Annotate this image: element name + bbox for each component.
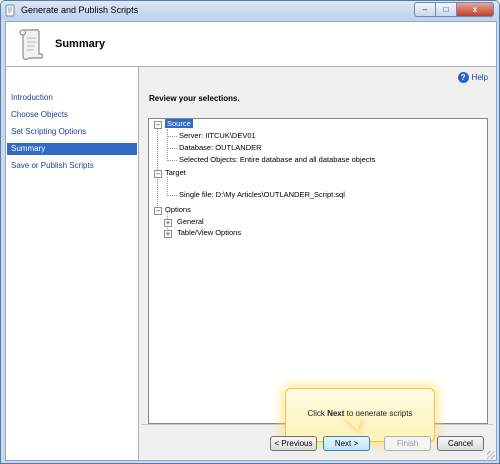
tree-node-single-file[interactable]: Single file: D:\My Articles\OUTLANDER_Sc… — [179, 190, 345, 200]
tree-node-source[interactable]: Source — [165, 119, 193, 129]
review-heading: Review your selections. — [149, 94, 240, 103]
nav-item-save-or-publish[interactable]: Save or Publish Scripts — [7, 160, 137, 172]
tree-branch — [167, 148, 177, 149]
window-title: Generate and Publish Scripts — [21, 5, 139, 15]
tree-node-source-label: Source — [165, 119, 193, 128]
resize-grip[interactable] — [487, 451, 495, 459]
tree-node-target[interactable]: Target — [165, 168, 186, 178]
nav-item-summary[interactable]: Summary — [7, 143, 137, 155]
wizard-window: Generate and Publish Scripts – □ x Summa… — [0, 0, 500, 464]
tree-node-selected-objects[interactable]: Selected Objects: Entire database and al… — [179, 155, 375, 165]
help-link[interactable]: ? Help — [457, 72, 488, 83]
close-button[interactable]: x — [456, 2, 494, 17]
window-controls: – □ x — [414, 2, 494, 17]
scroll-icon — [19, 29, 44, 60]
cancel-button[interactable]: Cancel — [437, 436, 484, 451]
minimize-button[interactable]: – — [414, 2, 435, 17]
wizard-client-area: Summary Introduction Choose Objects Set … — [5, 21, 497, 461]
tree-branch — [167, 136, 177, 137]
tree-node-general[interactable]: General — [177, 217, 204, 227]
general-expander[interactable]: + — [164, 219, 172, 227]
options-expander[interactable]: − — [154, 207, 162, 215]
wizard-nav: Introduction Choose Objects Set Scriptin… — [6, 67, 139, 460]
help-icon: ? — [457, 72, 469, 83]
tree-target-line — [167, 177, 168, 196]
tree-node-table-view-options[interactable]: Table/View Options — [177, 228, 241, 238]
title-bar[interactable]: Generate and Publish Scripts – □ x — [1, 1, 499, 20]
table-view-expander[interactable]: + — [164, 230, 172, 238]
wizard-header: Summary — [6, 22, 496, 67]
tree-branch — [167, 160, 177, 161]
nav-item-introduction[interactable]: Introduction — [7, 92, 137, 104]
next-button[interactable]: Next > — [323, 436, 370, 451]
app-scroll-icon — [5, 4, 15, 17]
tree-source-line — [167, 129, 168, 161]
target-expander[interactable]: − — [154, 170, 162, 178]
tree-branch — [167, 195, 177, 196]
page-title: Summary — [55, 38, 106, 50]
tree-node-database[interactable]: Database: OUTLANDER — [179, 143, 262, 153]
tree-node-server[interactable]: Server: IITCUK\DEV01 — [179, 131, 256, 141]
finish-button: Finish — [384, 436, 431, 451]
summary-tree[interactable]: − Source Server: IITCUK\DEV01 Database: … — [148, 118, 488, 424]
help-label: Help — [471, 73, 488, 82]
previous-button[interactable]: < Previous — [270, 436, 317, 451]
maximize-button[interactable]: □ — [435, 2, 456, 17]
nav-item-set-scripting-options[interactable]: Set Scripting Options — [7, 126, 137, 138]
tree-node-options[interactable]: Options — [165, 205, 191, 215]
nav-item-choose-objects[interactable]: Choose Objects — [7, 109, 137, 121]
source-expander[interactable]: − — [154, 121, 162, 129]
next-hint-callout: Click Next to generate scripts — [285, 388, 435, 442]
